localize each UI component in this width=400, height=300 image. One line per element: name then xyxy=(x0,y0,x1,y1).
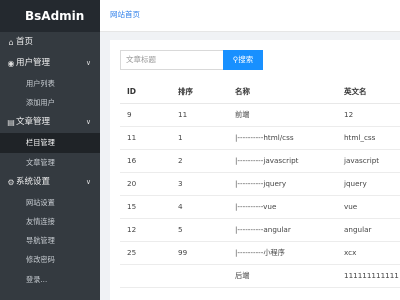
sidebar-item-friend-links[interactable]: 友情连接 xyxy=(0,212,100,231)
cell-sort: 4 xyxy=(178,195,235,219)
cell-id: 12 xyxy=(120,218,178,242)
table-row[interactable]: 20 3 |----------jquery jquery xyxy=(120,172,400,196)
cell-name: |----------jquery xyxy=(235,172,344,196)
search-button-label: 搜索 xyxy=(238,55,254,64)
cell-english-name: javascript xyxy=(344,149,400,173)
sidebar-item-login[interactable]: 登录... xyxy=(0,270,100,289)
cell-name: |----------html/css xyxy=(235,126,344,150)
cell-sort: 1 xyxy=(178,126,235,150)
top-bar: 网站首页 xyxy=(100,0,400,32)
cell-name: |----------小程序 xyxy=(235,241,344,265)
cell-english-name: angular xyxy=(344,218,400,242)
sidebar-group-label: 文章管理 xyxy=(16,117,51,128)
cell-name: |----------vue xyxy=(235,195,344,219)
sidebar-item-article-manage[interactable]: 文章管理 xyxy=(0,153,100,172)
cell-english-name: jquery xyxy=(344,172,400,196)
column-header-id[interactable]: ID xyxy=(120,80,178,104)
cell-name: |----------angular xyxy=(235,218,344,242)
cell-sort: 99 xyxy=(178,241,235,265)
cell-id xyxy=(120,264,178,288)
sidebar-group-users[interactable]: ◉ 用户管理 ∨ xyxy=(0,53,100,74)
search-input[interactable]: 文章标题 xyxy=(120,50,223,70)
table-row[interactable]: 15 4 |----------vue vue xyxy=(120,195,400,219)
table-row[interactable]: 25 99 |----------小程序 xcx xyxy=(120,241,400,265)
cell-sort xyxy=(178,264,235,288)
home-icon: ⌂ xyxy=(8,38,14,47)
cell-english-name: vue xyxy=(344,195,400,219)
document-icon: ▤ xyxy=(7,118,15,128)
content-panel: 文章标题 ⚲搜索 ID 排序 名称 英文名 9 11 前端 12 11 1 |-… xyxy=(110,40,400,300)
chevron-down-icon: ∨ xyxy=(85,118,91,127)
cell-english-name: 111111111111 xyxy=(344,264,400,288)
table-row[interactable]: 后端 111111111111 xyxy=(120,264,400,288)
cell-english-name: 12 xyxy=(344,103,400,127)
user-circle-icon: ◉ xyxy=(7,59,15,68)
sidebar-group-settings[interactable]: ⚙ 系统设置 ∨ xyxy=(0,172,100,193)
breadcrumb-home-link[interactable]: 网站首页 xyxy=(110,9,140,20)
chevron-down-icon: ∨ xyxy=(85,177,91,186)
sidebar-item-label: 首页 xyxy=(16,37,34,47)
column-header-name[interactable]: 名称 xyxy=(235,80,344,104)
sidebar-item-home[interactable]: ⌂ 首页 xyxy=(0,32,100,53)
cell-name: 后端 xyxy=(235,264,344,288)
cell-name: |----------javascript xyxy=(235,149,344,173)
cell-id: 15 xyxy=(120,195,178,219)
cell-sort: 5 xyxy=(178,218,235,242)
cell-english-name: xcx xyxy=(344,241,400,265)
cell-name: 前端 xyxy=(235,103,344,127)
sidebar-group-label: 用户管理 xyxy=(16,58,51,68)
sidebar-item-nav-manage[interactable]: 导航管理 xyxy=(0,231,100,250)
column-header-sort[interactable]: 排序 xyxy=(178,80,235,104)
app-logo[interactable]: BsAdmin xyxy=(0,0,100,32)
cell-sort: 2 xyxy=(178,149,235,173)
table-row[interactable]: 9 11 前端 12 xyxy=(120,103,400,127)
search-button[interactable]: ⚲搜索 xyxy=(223,50,263,70)
sidebar-group-label: 系统设置 xyxy=(16,176,51,187)
cell-id: 20 xyxy=(120,172,178,196)
cell-id: 25 xyxy=(120,241,178,265)
sidebar: BsAdmin ⌂ 首页 ◉ 用户管理 ∨ 用户列表 添加用户 ▤ 文章管理 ∨… xyxy=(0,0,100,300)
gear-icon: ⚙ xyxy=(7,177,15,187)
table-row[interactable]: 12 5 |----------angular angular xyxy=(120,218,400,242)
cell-english-name: html_css xyxy=(344,126,400,150)
table-header-row: ID 排序 名称 英文名 xyxy=(120,80,400,104)
sidebar-item-columns[interactable]: 栏目管理 xyxy=(0,133,100,153)
category-table: ID 排序 名称 英文名 9 11 前端 12 11 1 |----------… xyxy=(120,80,400,288)
sidebar-item-add-user[interactable]: 添加用户 xyxy=(0,93,100,112)
table-row[interactable]: 16 2 |----------javascript javascript xyxy=(120,149,400,173)
cell-id: 16 xyxy=(120,149,178,173)
cell-sort: 11 xyxy=(178,103,235,127)
cell-id: 9 xyxy=(120,103,178,127)
sidebar-group-articles[interactable]: ▤ 文章管理 ∨ xyxy=(0,112,100,133)
cell-id: 11 xyxy=(120,126,178,150)
sidebar-item-change-password[interactable]: 修改密码 xyxy=(0,250,100,269)
sidebar-item-user-list[interactable]: 用户列表 xyxy=(0,74,100,93)
table-row[interactable]: 11 1 |----------html/css html_css xyxy=(120,126,400,150)
sidebar-item-site-settings[interactable]: 网站设置 xyxy=(0,193,100,212)
chevron-down-icon: ∨ xyxy=(85,59,91,67)
column-header-english-name[interactable]: 英文名 xyxy=(344,80,400,104)
cell-sort: 3 xyxy=(178,172,235,196)
